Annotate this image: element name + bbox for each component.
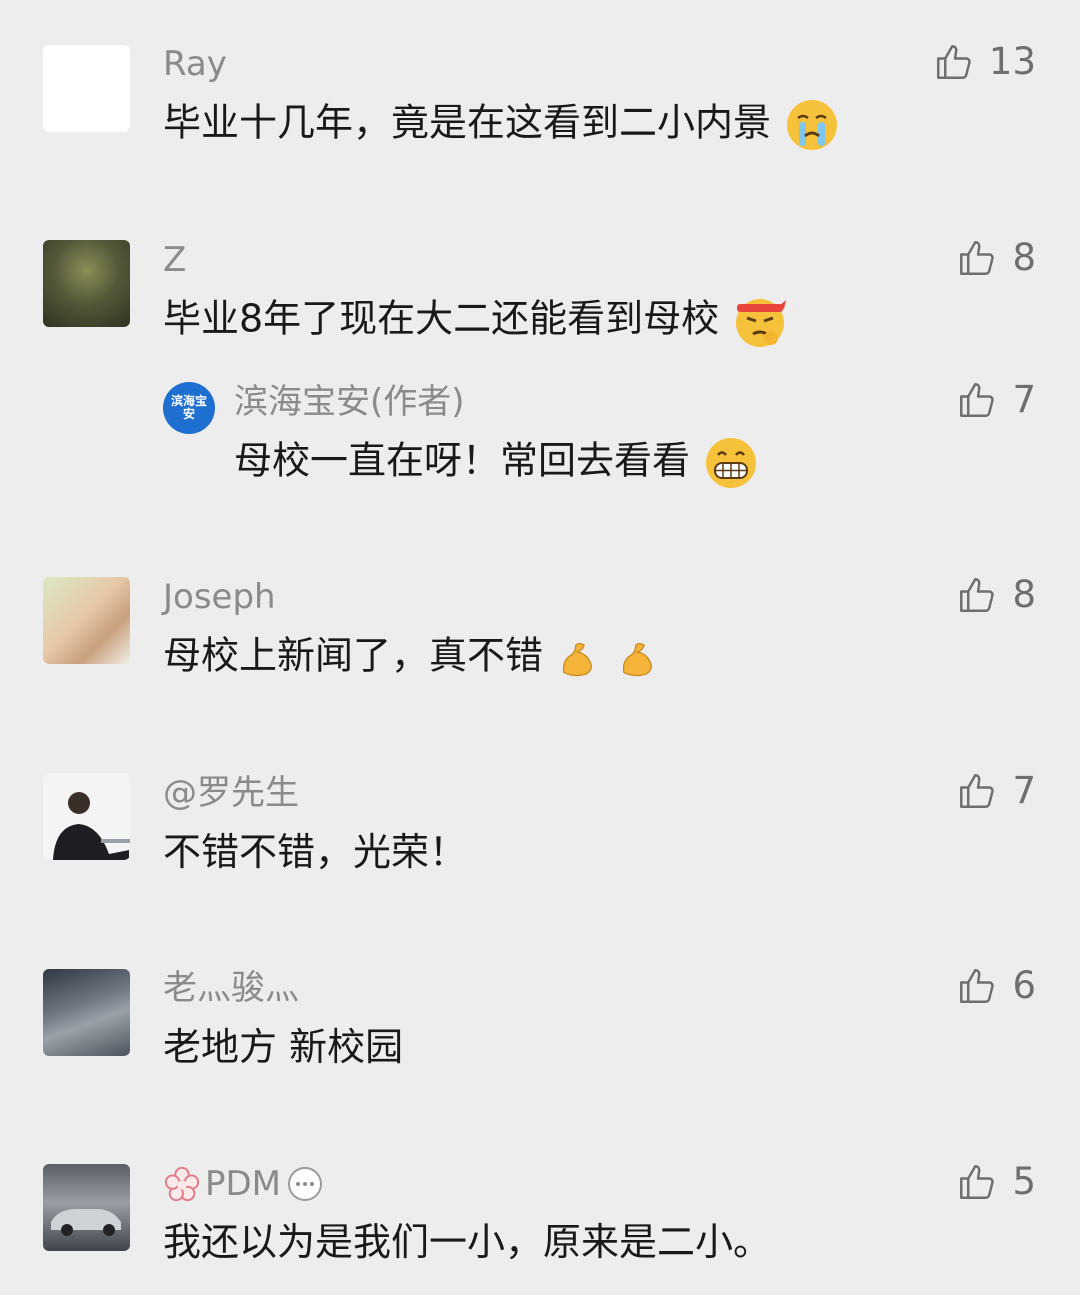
thumbs-up-icon bbox=[960, 774, 995, 808]
thumbs-up-icon bbox=[960, 1165, 995, 1199]
reply-text-content: 母校一直在呀！常回去看看 bbox=[234, 438, 691, 483]
like-button[interactable]: 8 bbox=[956, 573, 1036, 617]
determined-emoji-icon bbox=[736, 299, 787, 347]
grin-emoji-icon bbox=[706, 438, 757, 488]
commenter-name[interactable]: Joseph bbox=[163, 577, 276, 617]
comment-text: 我还以为是我们一小，原来是二小。 bbox=[163, 1220, 772, 1264]
commenter-name[interactable]: Z bbox=[163, 240, 186, 280]
like-count: 8 bbox=[1012, 236, 1036, 279]
like-button[interactable]: 7 bbox=[956, 769, 1036, 813]
like-count: 7 bbox=[1012, 769, 1036, 812]
like-count: 5 bbox=[1012, 1160, 1036, 1203]
like-button[interactable]: 7 bbox=[956, 378, 1036, 422]
flexed-biceps-icon bbox=[623, 642, 653, 677]
crying-emoji-icon bbox=[787, 100, 838, 150]
thumbs-up-icon bbox=[960, 241, 995, 275]
car-photo bbox=[51, 1209, 121, 1236]
like-count: 7 bbox=[1012, 378, 1036, 421]
thumbs-up-icon bbox=[936, 45, 971, 79]
comment-text: 毕业8年了现在大二还能看到母校 bbox=[163, 294, 787, 348]
commenter-name-text: PDM bbox=[205, 1164, 282, 1204]
flower-icon bbox=[164, 1166, 200, 1202]
commenter-name[interactable]: PDM bbox=[163, 1164, 325, 1204]
like-count: 8 bbox=[1012, 573, 1036, 616]
comment-text: 不错不错，光荣！ bbox=[163, 830, 468, 874]
thumbs-up-icon bbox=[960, 383, 995, 417]
reply-text: 母校一直在呀！常回去看看 bbox=[234, 436, 758, 490]
avatar[interactable] bbox=[43, 1164, 130, 1251]
commenter-name[interactable]: @罗先生 bbox=[163, 773, 299, 813]
avatar[interactable] bbox=[43, 577, 130, 664]
avatar[interactable] bbox=[43, 240, 130, 327]
reply-author-name[interactable]: 滨海宝安(作者) bbox=[234, 382, 465, 422]
person-photo bbox=[53, 792, 130, 860]
comment-text-content: 毕业十几年，竟是在这看到二小内景 bbox=[163, 100, 772, 145]
comment-text: 母校上新闻了，真不错 bbox=[163, 631, 663, 685]
like-count: 13 bbox=[988, 40, 1036, 83]
author-avatar[interactable]: 滨海宝安 bbox=[163, 382, 215, 434]
like-button[interactable]: 6 bbox=[956, 964, 1036, 1008]
like-button[interactable]: 13 bbox=[933, 40, 1036, 84]
comment-text: 老地方 新校园 bbox=[163, 1025, 404, 1069]
commenter-name[interactable]: 老灬骏灬 bbox=[163, 968, 299, 1008]
commenter-name[interactable]: Ray bbox=[163, 44, 227, 84]
comment-text-content: 母校上新闻了，真不错 bbox=[163, 633, 544, 678]
like-count: 6 bbox=[1012, 964, 1036, 1007]
avatar[interactable] bbox=[43, 45, 130, 132]
like-button[interactable]: 5 bbox=[956, 1160, 1036, 1204]
author-avatar-label: 滨海宝安 bbox=[171, 394, 208, 421]
like-button[interactable]: 8 bbox=[956, 236, 1036, 280]
flexed-biceps-icon bbox=[563, 642, 593, 677]
thumbs-up-icon bbox=[960, 969, 995, 1003]
avatar[interactable] bbox=[43, 773, 130, 860]
avatar[interactable] bbox=[43, 969, 130, 1056]
comment-text-content: 毕业8年了现在大二还能看到母校 bbox=[163, 296, 720, 341]
chat-bubble-icon bbox=[288, 1167, 323, 1201]
comment-text: 毕业十几年，竟是在这看到二小内景 bbox=[163, 98, 839, 152]
thumbs-up-icon bbox=[960, 578, 995, 612]
